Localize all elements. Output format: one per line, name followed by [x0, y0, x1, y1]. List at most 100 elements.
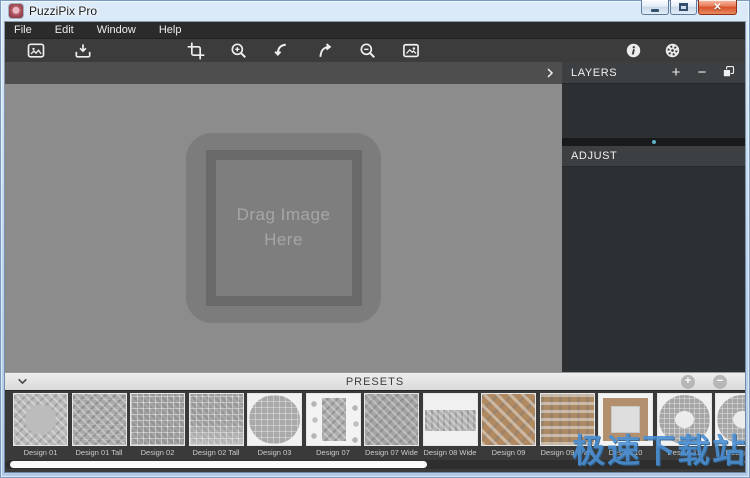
- open-image-button[interactable]: [21, 39, 51, 63]
- chevron-right-icon: [544, 67, 556, 79]
- toolbar: [5, 38, 745, 62]
- preset-image-circle: [247, 393, 302, 446]
- zoom-in-button[interactable]: [224, 39, 254, 63]
- panel-resize-handle[interactable]: [652, 140, 656, 144]
- preset-label: Design 07 Wide: [364, 448, 419, 458]
- preset-thumbnail[interactable]: Design 12 Square: [715, 393, 745, 468]
- redo-icon: [315, 41, 335, 61]
- preset-label: Design 09 Wide: [540, 448, 595, 458]
- undo-icon: [272, 41, 292, 61]
- presets-title: PRESETS: [5, 376, 745, 388]
- preset-thumbnail[interactable]: Design 02 Square: [130, 393, 185, 468]
- preset-thumbnail[interactable]: Design 07 Square: [306, 393, 361, 468]
- crop-button[interactable]: [181, 39, 211, 63]
- preset-image-ring: [715, 393, 745, 446]
- minimize-icon: [651, 9, 659, 12]
- menu-bar: File Edit Window Help: [5, 22, 745, 38]
- preset-thumbnail[interactable]: Design 11 Square: [657, 393, 712, 468]
- image-drop-zone[interactable]: Drag Image Here: [186, 133, 381, 323]
- menu-window[interactable]: Window: [88, 24, 145, 36]
- export-image-button[interactable]: [396, 39, 426, 63]
- close-button[interactable]: ✕: [698, 0, 737, 15]
- add-layer-button[interactable]: +: [668, 65, 684, 80]
- undo-button[interactable]: [267, 39, 297, 63]
- preset-thumbnail[interactable]: Design 01 Square: [13, 393, 68, 468]
- preset-image-frame-scatter: [13, 393, 68, 446]
- menu-help[interactable]: Help: [150, 24, 191, 36]
- presets-panel: PRESETS + − Design 01 Square Design 01 Ta…: [5, 372, 745, 472]
- preset-thumbnail[interactable]: Design 03: [247, 393, 302, 468]
- import-image-button[interactable]: [68, 39, 98, 63]
- preset-thumbnail[interactable]: Design 09 Wide: [540, 393, 595, 468]
- crop-icon: [186, 41, 206, 61]
- settings-button[interactable]: [657, 39, 687, 63]
- preset-thumbnail[interactable]: Design 07 Wide: [364, 393, 419, 468]
- zoom-out-button[interactable]: [353, 39, 383, 63]
- preset-thumbnail[interactable]: Design 01 Tall: [72, 393, 127, 468]
- canvas-top-strip: [5, 62, 562, 84]
- collapse-panel-button[interactable]: [541, 64, 559, 82]
- drop-zone-hint: Drag Image Here: [223, 203, 345, 252]
- preset-thumbnail[interactable]: Design 10 Square: [598, 393, 653, 468]
- preset-image-skyline: [423, 393, 478, 446]
- remove-layer-button[interactable]: −: [694, 65, 710, 80]
- preset-image-photo-frame: [598, 393, 653, 446]
- preset-label: Design 01 Tall: [72, 448, 127, 458]
- import-image-icon: [72, 41, 94, 61]
- presets-header: PRESETS + −: [5, 372, 745, 391]
- preset-add-button[interactable]: +: [681, 375, 695, 389]
- title-bar[interactable]: PuzziPix Pro ✕: [0, 0, 750, 22]
- app-window: PuzziPix Pro ✕ File Edit Window Help: [0, 0, 750, 478]
- preset-image-grid-fade: [189, 393, 244, 446]
- layers-actions: + −: [668, 64, 736, 82]
- menu-edit[interactable]: Edit: [46, 24, 83, 36]
- zoom-in-icon: [229, 41, 249, 61]
- canvas-column: Drag Image Here: [5, 62, 562, 372]
- preset-remove-button[interactable]: −: [713, 375, 727, 389]
- panel-divider[interactable]: [562, 138, 745, 146]
- zoom-out-icon: [358, 41, 378, 61]
- maximize-icon: [679, 3, 688, 11]
- preset-image-grid: [130, 393, 185, 446]
- info-button[interactable]: [618, 39, 648, 63]
- preset-image-dense: [72, 393, 127, 446]
- preset-thumbnail[interactable]: Design 02 Tall: [189, 393, 244, 468]
- preset-image-butterfly-panel: [306, 393, 361, 446]
- drop-zone-frame: Drag Image Here: [206, 150, 362, 306]
- adjust-panel-body: [562, 167, 745, 372]
- open-image-icon: [25, 41, 47, 61]
- adjust-panel-title: ADJUST: [571, 150, 617, 162]
- preset-label: Design 08 Wide: [423, 448, 478, 458]
- app-icon: [9, 4, 23, 18]
- canvas[interactable]: Drag Image Here: [5, 84, 562, 372]
- duplicate-layer-button[interactable]: [720, 64, 736, 82]
- maximize-button[interactable]: [670, 0, 697, 15]
- adjust-panel-header: ADJUST: [562, 146, 745, 167]
- menu-file[interactable]: File: [5, 24, 41, 36]
- preset-image-tan-scatter: [481, 393, 536, 446]
- presets-scrollbar[interactable]: [5, 460, 745, 469]
- preset-label: Design 03: [247, 448, 302, 458]
- preset-thumbnail[interactable]: Design 08 Wide: [423, 393, 478, 468]
- presets-scrollbar-thumb[interactable]: [10, 461, 427, 468]
- settings-gear-icon: [663, 41, 682, 60]
- export-image-icon: [400, 41, 422, 61]
- preset-image-wide-texture: [364, 393, 419, 446]
- preset-list: Design 01 SquareDesign 01 TallDesign 02 …: [13, 393, 745, 468]
- layers-list[interactable]: [562, 84, 745, 138]
- preset-image-ring: [657, 393, 712, 446]
- right-panel: LAYERS + −: [562, 62, 745, 372]
- preset-image-tan-wide: [540, 393, 595, 446]
- layers-panel-header: LAYERS + −: [562, 62, 745, 84]
- window-controls: ✕: [641, 0, 737, 15]
- duplicate-layer-icon: [721, 64, 736, 79]
- main-area: Drag Image Here LAYERS + −: [5, 62, 745, 372]
- preset-thumbnail[interactable]: Design 09 Square: [481, 393, 536, 468]
- window-title: PuzziPix Pro: [29, 4, 97, 18]
- presets-strip: Design 01 SquareDesign 01 TallDesign 02 …: [5, 391, 745, 472]
- app-frame: File Edit Window Help: [5, 22, 745, 472]
- redo-button[interactable]: [310, 39, 340, 63]
- info-icon: [624, 41, 643, 60]
- minimize-button[interactable]: [641, 0, 669, 15]
- preset-label: Design 02 Tall: [189, 448, 244, 458]
